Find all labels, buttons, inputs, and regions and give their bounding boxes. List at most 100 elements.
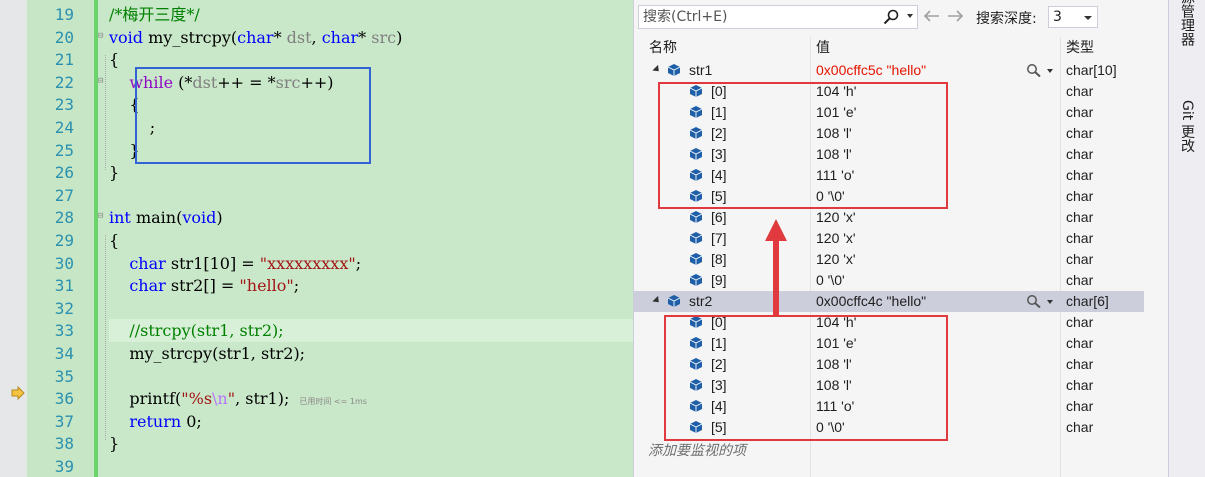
variable-object-icon	[667, 64, 681, 76]
watch-value[interactable]: 0x00cffc4c "hello"	[816, 291, 926, 312]
code-text[interactable]	[109, 455, 633, 477]
code-text[interactable]: void my_strcpy(char* dst, char* src)	[109, 26, 633, 49]
code-token: return	[129, 411, 182, 431]
watch-type: char	[1066, 335, 1094, 351]
code-text[interactable]: /*梅开三度*/	[109, 3, 633, 26]
code-text[interactable]: }	[109, 161, 633, 184]
watch-element-row[interactable]: [9] 0 '\0' char	[634, 270, 1168, 291]
code-text[interactable]: char str1[10] = "xxxxxxxxx";	[109, 252, 633, 275]
code-line[interactable]: 38}	[0, 432, 633, 455]
watch-name: [7]	[711, 230, 727, 246]
code-line[interactable]: 36 printf("%s\n", str1); 已用时间 <= 1ms	[0, 387, 633, 410]
code-line[interactable]: 35	[0, 365, 633, 388]
code-token: int	[109, 208, 131, 228]
code-line[interactable]: 20 ⊟ void my_strcpy(char* dst, char* src)	[0, 26, 633, 49]
visualizer-magnifier-icon[interactable]	[1026, 63, 1042, 77]
search-depth-value: 3	[1053, 9, 1062, 25]
code-line[interactable]: 29 {	[0, 229, 633, 252]
watch-element-row[interactable]: [8] 120 'x' char	[634, 249, 1168, 270]
code-text[interactable]: return 0;	[109, 410, 633, 433]
code-line[interactable]: 39	[0, 455, 633, 477]
watch-value[interactable]: 120 'x'	[816, 249, 856, 270]
visualizer-magnifier-icon[interactable]	[1026, 294, 1042, 308]
code-token: ;	[355, 253, 362, 273]
watch-element-row[interactable]: [6] 120 'x' char	[634, 207, 1168, 228]
code-line[interactable]: 33 //strcpy(str1, str2);	[0, 319, 633, 343]
line-number: 23	[54, 95, 74, 115]
expand-collapse-icon[interactable]	[652, 295, 662, 306]
watch-type: char	[1066, 125, 1094, 141]
watch-type: char	[1066, 188, 1094, 204]
watch-value[interactable]: 0x00cffc5c "hello"	[816, 60, 926, 81]
line-number: 26	[54, 163, 74, 183]
watch-value[interactable]: 120 'x'	[816, 228, 856, 249]
tab-git-changes[interactable]: Git 更改	[1177, 100, 1197, 153]
variable-object-icon	[689, 232, 703, 244]
collapse-toggle-icon[interactable]: ⊟	[98, 210, 106, 223]
code-line[interactable]: 19 /*梅开三度*/	[0, 3, 633, 26]
code-line[interactable]: 32	[0, 297, 633, 320]
watch-variable-row[interactable]: str1 0x00cffc5c "hello" char[10]	[634, 60, 1168, 81]
code-line[interactable]: 37 return 0;	[0, 410, 633, 433]
search-input[interactable]	[639, 6, 877, 28]
watch-value[interactable]: 120 'x'	[816, 207, 856, 228]
code-text[interactable]: {	[109, 229, 633, 252]
watch-element-row[interactable]: [7] 120 'x' char	[634, 228, 1168, 249]
collapse-toggle-icon[interactable]: ⊟	[98, 30, 106, 43]
watch-type: char	[1066, 272, 1094, 288]
code-line[interactable]: 26}	[0, 161, 633, 184]
code-token: void	[109, 27, 144, 47]
code-text[interactable]	[109, 297, 633, 320]
watch-search-box[interactable]	[638, 5, 918, 29]
code-text[interactable]: int main(void)	[109, 206, 633, 229]
tab-solution-explorer[interactable]: 解决方案资源管理器	[1177, 0, 1197, 46]
watch-type: char	[1066, 251, 1094, 267]
code-token: void	[182, 208, 217, 228]
search-previous-arrow-icon[interactable]	[922, 9, 940, 23]
code-token: "xxxxxxxxx"	[259, 253, 356, 273]
visualizer-dropdown-icon[interactable]	[1047, 300, 1053, 304]
watch-value[interactable]: 0 '\0'	[816, 270, 845, 291]
perf-tip[interactable]: 已用时间 <= 1ms	[299, 397, 367, 406]
code-token: {	[109, 50, 120, 70]
add-watch-item[interactable]: 添加要监视的项	[648, 440, 746, 460]
code-token: src	[371, 27, 397, 47]
column-header-name[interactable]: 名称	[649, 37, 677, 59]
code-line[interactable]: 34 my_strcpy(str1, str2);	[0, 342, 633, 365]
column-header-type[interactable]: 类型	[1066, 37, 1094, 59]
search-options-dropdown-icon[interactable]	[907, 14, 913, 18]
expand-collapse-icon[interactable]	[652, 64, 662, 75]
code-text[interactable]: printf("%s\n", str1); 已用时间 <= 1ms	[109, 387, 633, 410]
watch-name: [9]	[711, 272, 727, 288]
search-icon[interactable]	[883, 9, 899, 25]
code-text[interactable]: //strcpy(str1, str2);	[109, 319, 633, 343]
watch-type: char	[1066, 209, 1094, 225]
search-next-arrow-icon[interactable]	[947, 9, 965, 23]
code-token: main(	[130, 208, 183, 228]
code-text[interactable]	[109, 365, 633, 388]
code-token: my_strcpy(	[143, 27, 238, 47]
code-line[interactable]: 28 ⊟ int main(void)	[0, 206, 633, 229]
code-text[interactable]: my_strcpy(str1, str2);	[109, 342, 633, 365]
code-editor[interactable]: 19/*梅开三度*/20 ⊟ void my_strcpy(char* dst, c…	[0, 0, 633, 477]
code-text[interactable]: }	[109, 432, 633, 455]
code-line[interactable]: 31 char str2[] = "hello";	[0, 274, 633, 297]
search-depth-select[interactable]: 3	[1048, 6, 1098, 28]
watch-type: char	[1066, 419, 1094, 435]
watch-window[interactable]: 搜索深度: 3 名称 值 类型 str1 0x00cffc5c "hello" ch…	[633, 0, 1168, 477]
visualizer-dropdown-icon[interactable]	[1047, 69, 1053, 73]
code-token: char	[129, 253, 166, 273]
column-header-value[interactable]: 值	[816, 37, 830, 59]
watch-type: char	[1066, 83, 1094, 99]
code-line[interactable]: 27	[0, 184, 633, 207]
code-token: str2[] =	[165, 276, 240, 296]
code-token: "	[227, 389, 236, 409]
code-text[interactable]: char str2[] = "hello";	[109, 274, 633, 297]
watch-variable-row[interactable]: str2 0x00cffc4c "hello" char[6]	[634, 291, 1144, 312]
code-token: char	[237, 27, 274, 47]
watch-name: [6]	[711, 209, 727, 225]
code-line[interactable]: 30 char str1[10] = "xxxxxxxxx";	[0, 252, 633, 275]
code-text[interactable]	[109, 184, 633, 207]
